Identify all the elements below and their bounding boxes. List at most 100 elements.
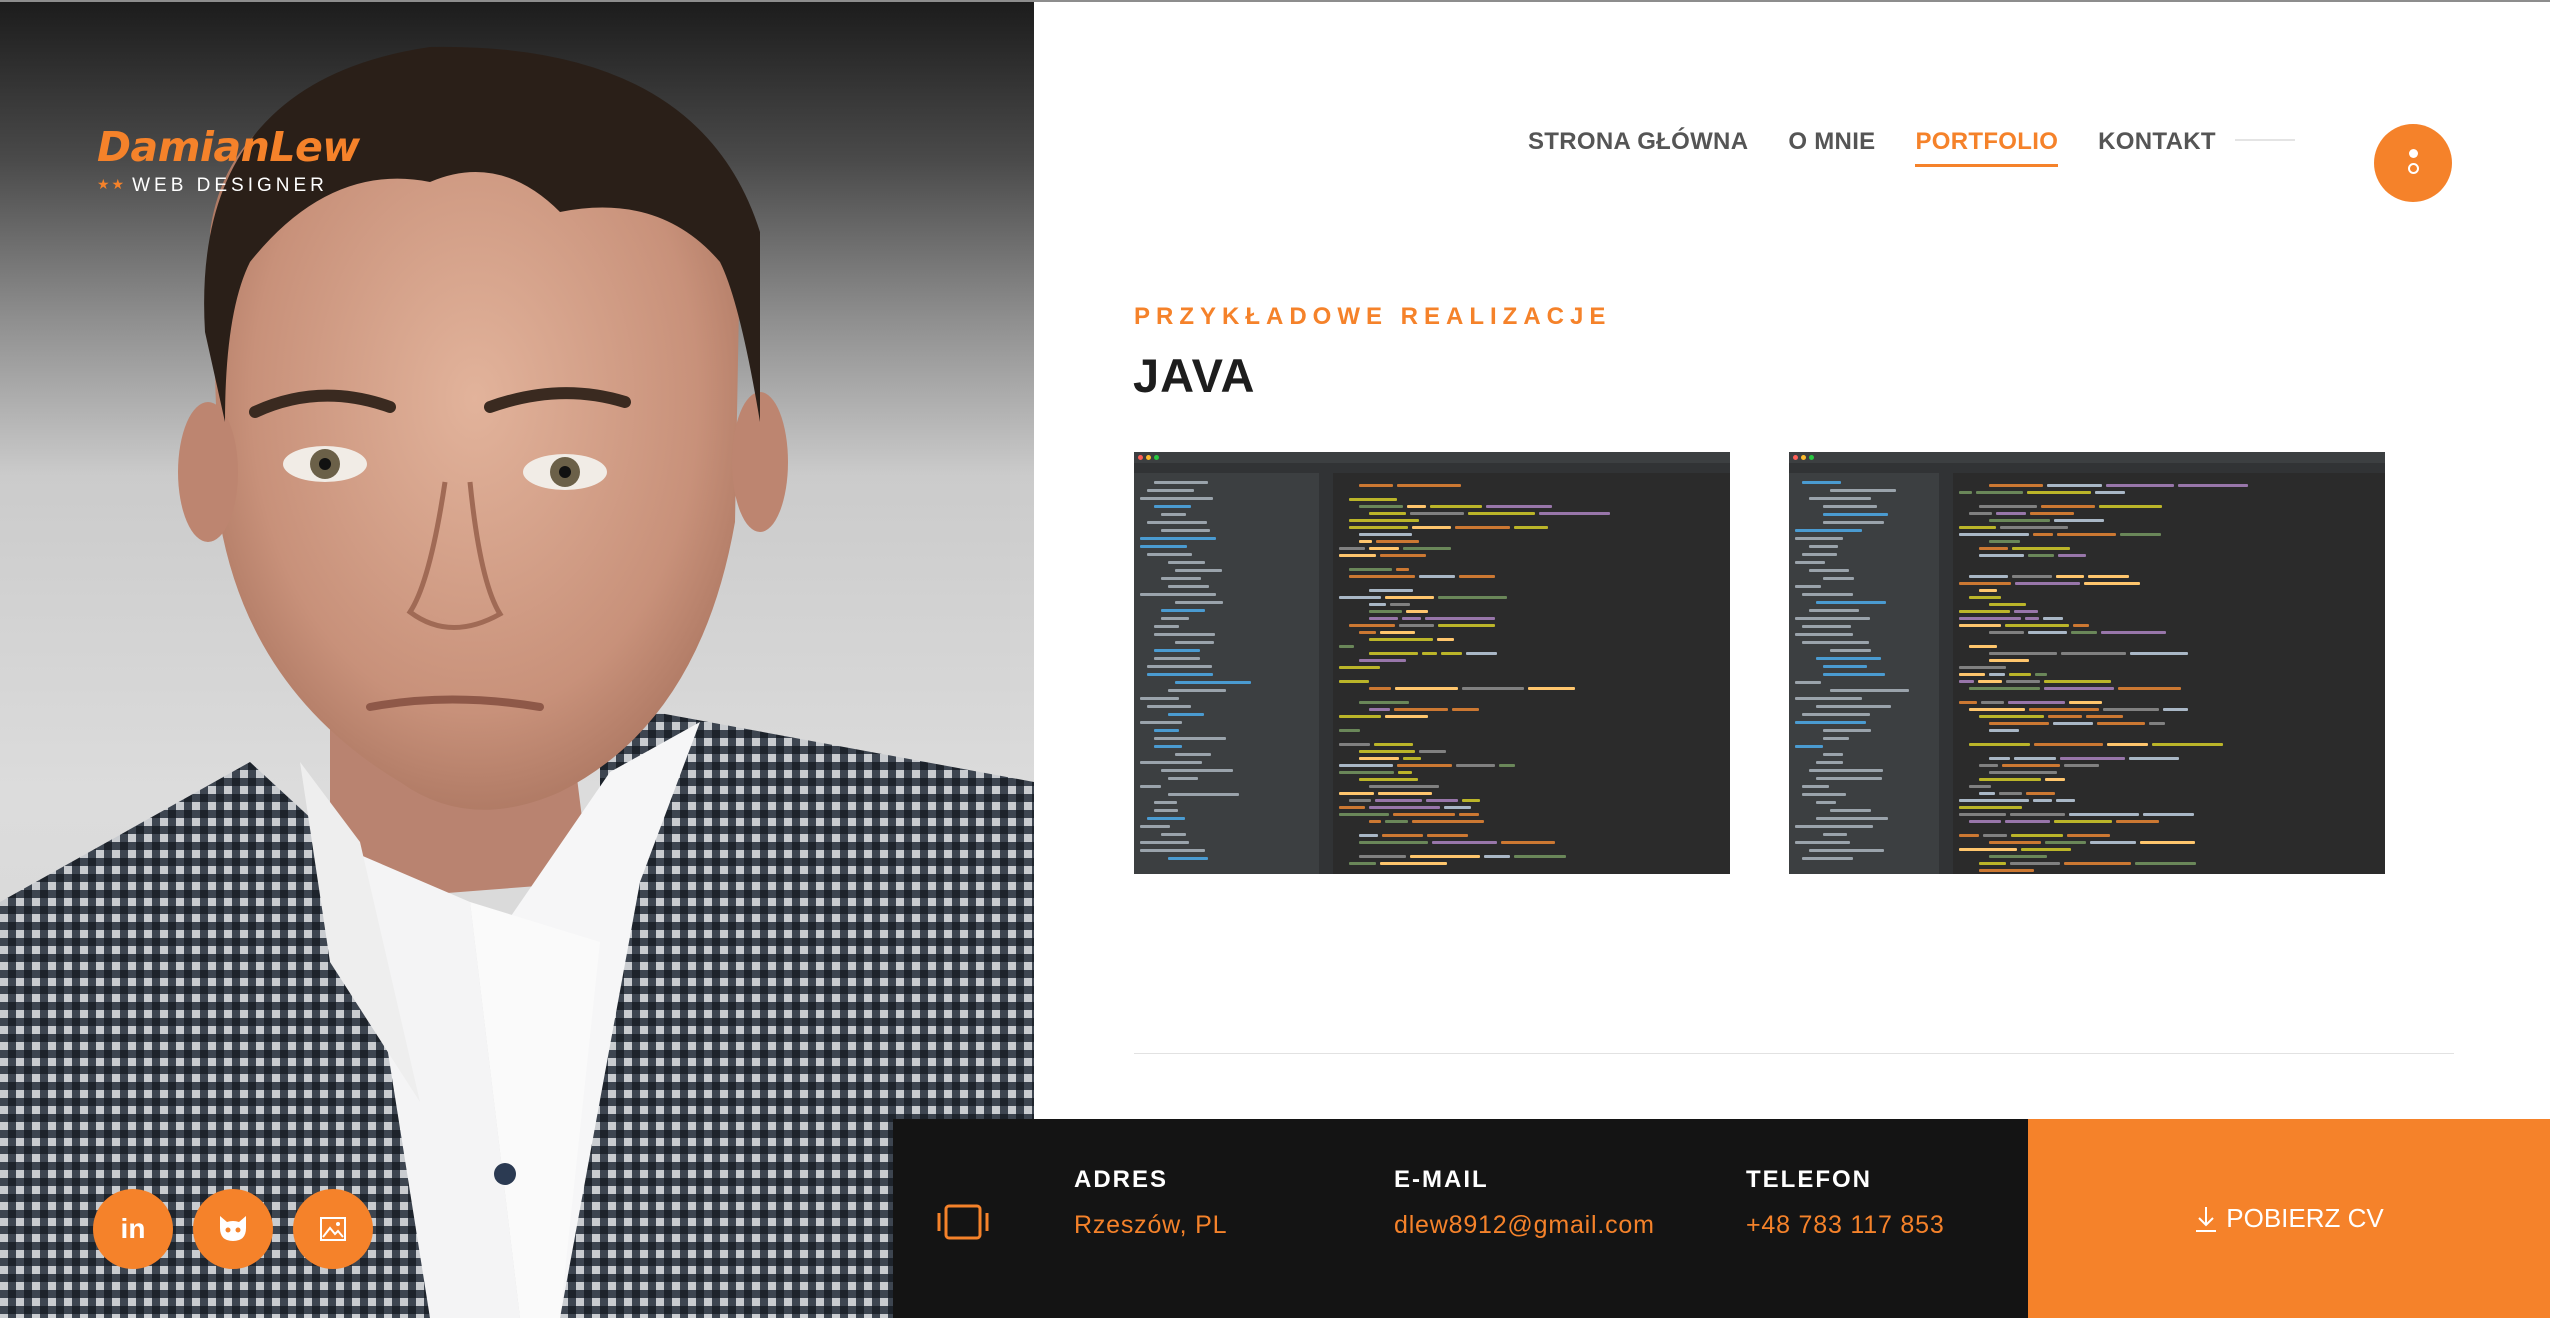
code-token (1969, 645, 1997, 648)
portfolio-screenshot-1[interactable] (1134, 452, 1730, 874)
code-token (1959, 799, 2030, 802)
tree-line (1795, 633, 1854, 636)
download-cv-button[interactable]: POBIERZ CV (2028, 1119, 2550, 1318)
code-token (1979, 862, 2006, 865)
logo[interactable]: DamianLew ★★ WEB DESIGNER (97, 127, 360, 196)
tree-line (1161, 833, 1187, 836)
code-token (2106, 484, 2175, 487)
tree-line (1168, 585, 1210, 588)
tree-line (1795, 697, 1863, 700)
tree-line (1140, 545, 1187, 548)
tree-line (1795, 681, 1821, 684)
code-token (2064, 764, 2100, 767)
code-token (2086, 715, 2124, 718)
code-token (1403, 547, 1452, 550)
tree-line (1802, 785, 1830, 788)
tree-line (1816, 777, 1882, 780)
code-token (1989, 540, 2021, 543)
tree-line (1175, 569, 1222, 572)
code-token (2009, 862, 2061, 865)
code-token (1959, 526, 1996, 529)
code-token (1436, 638, 1454, 641)
code-token (1369, 820, 1382, 823)
tree-line (1795, 585, 1821, 588)
email-value[interactable]: dlew8912@gmail.com (1394, 1211, 1655, 1240)
linkedin-button[interactable]: in (93, 1189, 173, 1269)
code-token (1959, 701, 1978, 704)
code-token (2007, 701, 2065, 704)
code-token (1981, 701, 2004, 704)
ide-code-area (1333, 480, 1730, 874)
nav-item-home[interactable]: STRONA GŁÓWNA (1528, 128, 1748, 167)
code-token (1380, 554, 1427, 557)
tree-line (1823, 737, 1849, 740)
portfolio-screenshot-2[interactable] (1789, 452, 2385, 874)
logo-subtitle-text: WEB DESIGNER (132, 175, 328, 196)
ide-tabs (1789, 463, 2385, 473)
code-token (2088, 575, 2130, 578)
tree-line (1823, 729, 1872, 732)
tree-line (1823, 513, 1888, 516)
code-token (1401, 617, 1422, 620)
tree-line (1175, 601, 1224, 604)
tree-line (1140, 841, 1189, 844)
code-token (1339, 547, 1365, 550)
tree-line (1147, 521, 1208, 524)
email-label: E-MAIL (1394, 1166, 1489, 1193)
code-token (1959, 806, 2023, 809)
code-token (1359, 540, 1373, 543)
code-token (2142, 813, 2194, 816)
code-token (1339, 554, 1377, 557)
code-token (1429, 505, 1482, 508)
ide-titlebar (1134, 452, 1730, 463)
code-token (2056, 575, 2085, 578)
code-token (2107, 743, 2149, 746)
gallery-button[interactable] (293, 1189, 373, 1269)
tree-line (1140, 721, 1182, 724)
code-token (1379, 862, 1448, 865)
ide-titlebar (1789, 452, 2385, 463)
code-token (2044, 680, 2111, 683)
code-token (1385, 820, 1409, 823)
code-token (1349, 498, 1398, 501)
code-token (1378, 792, 1432, 795)
code-token (1459, 575, 1495, 578)
github-button[interactable] (193, 1189, 273, 1269)
code-token (1390, 603, 1411, 606)
code-token (2129, 757, 2179, 760)
tree-line (1802, 481, 1841, 484)
tree-line (1795, 721, 1866, 724)
code-token (1339, 792, 1375, 795)
code-token (1959, 617, 2021, 620)
code-token (1979, 589, 1998, 592)
code-token (1969, 687, 2041, 690)
download-icon (2196, 1206, 2217, 1232)
nav-item-about[interactable]: O MNIE (1788, 128, 1875, 167)
nav-item-portfolio[interactable]: PORTFOLIO (1915, 128, 2059, 167)
menu-button[interactable] (2374, 124, 2452, 202)
code-token (1393, 708, 1449, 711)
code-token (1989, 673, 2006, 676)
nav-item-contact[interactable]: KONTAKT (2098, 128, 2216, 167)
code-token (1979, 764, 1998, 767)
phone-field: TELEFON +48 783 117 853 (1746, 1166, 1945, 1240)
code-token (1369, 708, 1390, 711)
tree-line (1816, 761, 1844, 764)
image-icon (320, 1217, 346, 1241)
phone-value[interactable]: +48 783 117 853 (1746, 1211, 1945, 1240)
code-token (1359, 841, 1428, 844)
code-token (1431, 841, 1497, 844)
code-token (1359, 659, 1407, 662)
code-token (1384, 715, 1429, 718)
tree-line (1809, 497, 1872, 500)
tree-line (1140, 593, 1216, 596)
tree-line (1809, 769, 1884, 772)
code-token (1384, 596, 1435, 599)
tree-line (1816, 705, 1892, 708)
code-token (1359, 701, 1409, 704)
code-token (1339, 771, 1395, 774)
download-cv-label: POBIERZ CV (2226, 1203, 2384, 1233)
ide-code-area (1953, 480, 2385, 874)
code-token (2044, 687, 2114, 690)
nav-divider (2235, 139, 2295, 141)
